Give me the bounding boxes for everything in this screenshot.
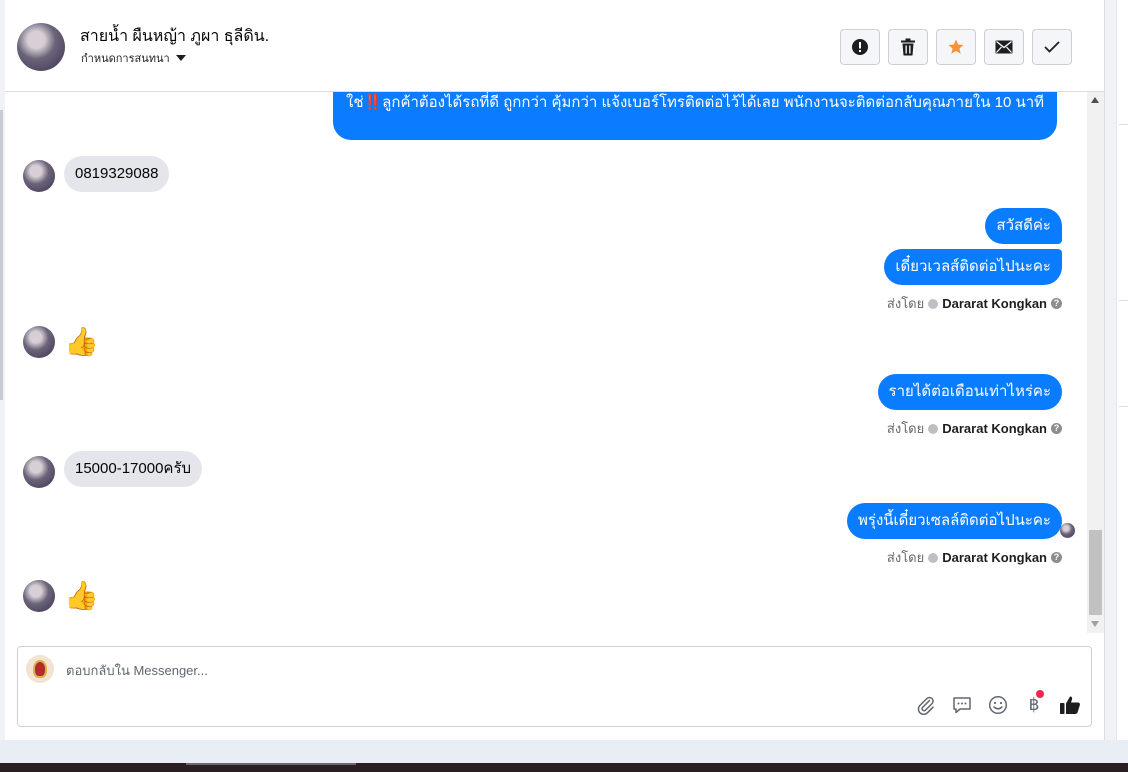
verified-icon <box>928 552 939 563</box>
contact-avatar-small <box>23 160 55 192</box>
reply-input[interactable] <box>66 657 886 683</box>
right-divider <box>1119 406 1128 407</box>
conversation-panel: สายน้ำ ผืนหญ้า ภูผา ธุลีดิน. กำหนดการสนท… <box>5 0 1104 740</box>
agent-name[interactable]: Dararat Kongkan <box>942 550 1047 565</box>
conversation-header: สายน้ำ ผืนหญ้า ภูผา ธุลีดิน. กำหนดการสนท… <box>5 0 1104 92</box>
contact-avatar[interactable] <box>17 23 65 71</box>
assign-conversation-label: กำหนดการสนทนา <box>81 53 170 65</box>
contact-avatar-small <box>23 456 55 488</box>
caret-down-icon <box>175 55 186 61</box>
sent-by-label: ส่งโดย <box>886 421 925 436</box>
report-icon <box>852 39 868 55</box>
message-bubble-outgoing: สวัสดีค่ะ <box>985 208 1062 244</box>
assign-conversation-dropdown[interactable]: กำหนดการสนทนา <box>81 49 186 67</box>
sent-by-info: ส่งโดย Dararat Kongkan ? <box>887 418 1062 439</box>
star-button[interactable] <box>936 29 976 65</box>
contact-avatar-small <box>23 580 55 612</box>
message-bubble-outgoing: ใช่‼️ลูกค้าต้องได้รถที่ดี ถูกกว่า คุ้มกว… <box>333 92 1057 140</box>
message-thread[interactable]: ใช่‼️ลูกค้าต้องได้รถที่ดี ถูกกว่า คุ้มกว… <box>5 92 1104 633</box>
right-divider <box>1119 124 1128 125</box>
mark-unread-button[interactable] <box>984 29 1024 65</box>
star-icon <box>948 39 964 54</box>
message-bubble-incoming: 15000-17000ครับ <box>64 451 203 487</box>
sent-by-label: ส่งโดย <box>886 550 925 565</box>
envelope-icon <box>995 40 1013 54</box>
notification-dot <box>1036 690 1044 698</box>
paperclip-icon <box>917 696 934 715</box>
sent-by-label: ส่งโดย <box>886 296 925 311</box>
check-icon <box>1044 41 1060 53</box>
message-bubble-outgoing: เดี๋ยวเวลส์ติดต่อไปนะคะ <box>884 249 1062 285</box>
scroll-up-icon[interactable] <box>1091 97 1099 103</box>
trash-icon <box>901 38 915 56</box>
agent-name[interactable]: Dararat Kongkan <box>942 296 1047 311</box>
help-icon[interactable]: ? <box>1051 552 1062 563</box>
os-taskbar <box>0 763 1128 772</box>
taskbar-item[interactable] <box>186 763 356 765</box>
reply-composer: ฿ <box>17 646 1092 727</box>
delete-button[interactable] <box>888 29 928 65</box>
contact-name[interactable]: สายน้ำ ผืนหญ้า ภูผา ธุลีดิน. <box>80 24 269 49</box>
scroll-down-icon[interactable] <box>1091 621 1099 627</box>
help-icon[interactable]: ? <box>1051 298 1062 309</box>
emoji-button[interactable] <box>986 693 1010 717</box>
left-scrollbar[interactable] <box>0 110 3 400</box>
sent-by-info: ส่งโดย Dararat Kongkan ? <box>887 547 1062 568</box>
right-panel-edge <box>1104 0 1128 740</box>
thread-scrollbar[interactable] <box>1087 92 1104 633</box>
mark-done-button[interactable] <box>1032 29 1072 65</box>
right-divider <box>1119 300 1128 301</box>
contact-avatar-small <box>23 326 55 358</box>
payment-button[interactable]: ฿ <box>1022 690 1046 717</box>
help-icon[interactable]: ? <box>1051 423 1062 434</box>
thumbs-up-emoji: 👍 <box>64 580 99 611</box>
message-bubble-incoming: 0819329088 <box>64 156 170 192</box>
verified-icon <box>928 423 939 434</box>
payment-icon: ฿ <box>1028 695 1040 714</box>
send-like-button[interactable] <box>1058 693 1082 717</box>
right-scrollbar-track[interactable] <box>1105 0 1117 740</box>
message-bubble-outgoing: รายได้ต่อเดือนเท่าไหร่คะ <box>877 374 1062 410</box>
mark-spam-button[interactable] <box>840 29 880 65</box>
scrollbar-thumb[interactable] <box>1089 530 1102 615</box>
agent-name[interactable]: Dararat Kongkan <box>942 421 1047 436</box>
thumbs-up-emoji: 👍 <box>64 326 99 357</box>
like-icon <box>1060 696 1080 714</box>
saved-replies-button[interactable] <box>950 693 974 717</box>
emoji-icon <box>988 695 1008 715</box>
sent-by-info: ส่งโดย Dararat Kongkan ? <box>887 293 1062 314</box>
message-bubble-outgoing: พรุ่งนี้เดี๋ยวเซลล์ติดต่อไปนะคะ <box>847 503 1062 539</box>
page-avatar <box>26 655 54 683</box>
saved-reply-icon <box>953 697 971 714</box>
attach-button[interactable] <box>914 693 938 717</box>
verified-icon <box>928 298 939 309</box>
seen-avatar <box>1060 523 1075 538</box>
